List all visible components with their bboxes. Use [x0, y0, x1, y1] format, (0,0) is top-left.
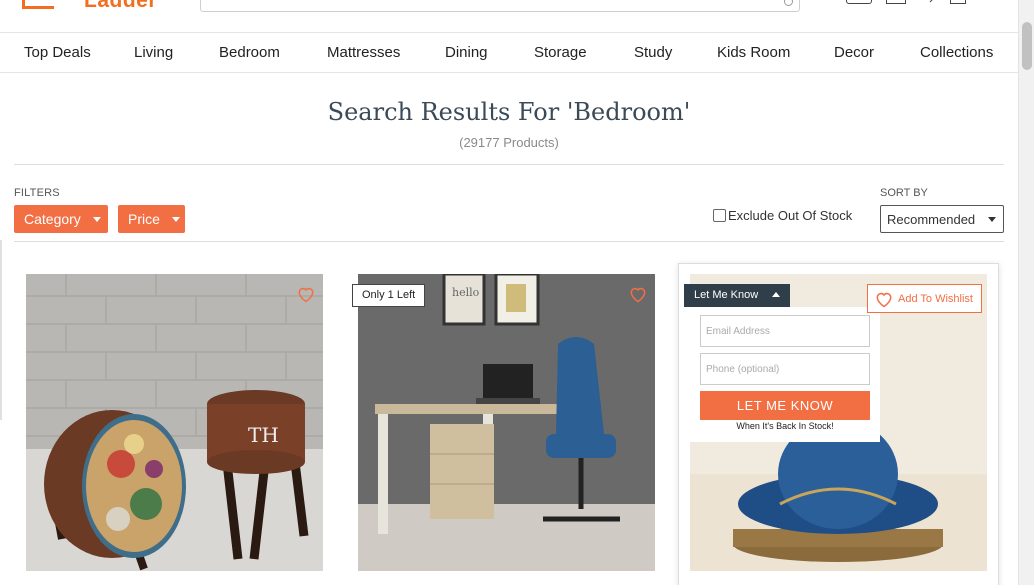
nav-item-dining[interactable]: Dining [445, 44, 488, 61]
site-header: Ladder [0, 0, 1018, 33]
truck-icon[interactable] [846, 0, 872, 4]
header-icons [846, 0, 966, 4]
let-me-know-tab-label: Let Me Know [694, 289, 759, 301]
filters-label: FILTERS [14, 187, 60, 199]
heart-icon[interactable] [296, 284, 316, 304]
nav-item-collections[interactable]: Collections [920, 44, 993, 61]
product-count: (29177 Products) [459, 135, 559, 150]
chevron-down-icon [92, 216, 101, 222]
search-input[interactable] [200, 0, 800, 12]
exclude-out-of-stock-toggle[interactable]: Exclude Out Of Stock [713, 208, 852, 223]
nav-item-living[interactable]: Living [134, 44, 173, 61]
phone-field[interactable]: Phone (optional) [700, 353, 870, 385]
divider [14, 241, 1004, 242]
nav-item-decor[interactable]: Decor [834, 44, 874, 61]
side-tab[interactable] [0, 240, 2, 420]
page-scrollbar[interactable] [1018, 0, 1034, 585]
search-icon[interactable] [784, 0, 793, 6]
sort-label: SORT BY [880, 187, 928, 199]
study-desk-image: hello [358, 274, 655, 571]
svg-text:TH: TH [248, 423, 279, 447]
stock-badge: Only 1 Left [352, 284, 426, 307]
product-image[interactable]: TH [26, 274, 323, 571]
main-nav: Top Deals Living Bedroom Mattresses Dini… [0, 33, 1018, 73]
cart-icon[interactable] [950, 0, 966, 4]
let-me-know-button[interactable]: LET ME KNOW [700, 391, 870, 420]
chevron-up-icon [772, 292, 780, 297]
scrollbar-thumb[interactable] [1022, 22, 1032, 70]
page-title: Search Results For 'Bedroom' [327, 98, 691, 126]
user-icon[interactable] [886, 0, 906, 4]
category-filter-button[interactable]: Category [14, 205, 108, 233]
let-me-know-note: When It's Back In Stock! [736, 421, 834, 431]
logo-mark [22, 0, 54, 9]
exclude-out-of-stock-checkbox[interactable] [713, 209, 726, 222]
sort-select[interactable]: Recommended [880, 205, 1004, 233]
nav-item-top-deals[interactable]: Top Deals [24, 44, 91, 61]
nav-item-kids-room[interactable]: Kids Room [717, 44, 790, 61]
heart-icon[interactable] [924, 0, 938, 3]
chevron-down-icon [171, 216, 180, 222]
sort-selected-value: Recommended [887, 212, 976, 227]
nav-item-bedroom[interactable]: Bedroom [219, 44, 280, 61]
heart-icon [876, 292, 892, 307]
add-to-wishlist-label: Add To Wishlist [898, 292, 973, 305]
let-me-know-panel: Email Address Phone (optional) LET ME KN… [690, 307, 880, 442]
exclude-out-of-stock-label: Exclude Out Of Stock [728, 208, 853, 223]
price-filter-button[interactable]: Price [118, 205, 185, 233]
price-filter-label: Price [128, 211, 160, 227]
page: Ladder Top Deals Living Bedroom Mattress… [0, 0, 1034, 585]
email-field[interactable]: Email Address [700, 315, 870, 347]
svg-text:hello: hello [452, 286, 480, 299]
chevron-down-icon [988, 217, 996, 222]
heart-icon[interactable] [628, 284, 648, 304]
logo-text: Ladder [84, 0, 158, 12]
pouffe-image: TH [26, 274, 323, 571]
category-filter-label: Category [24, 211, 81, 227]
divider [14, 164, 1004, 165]
product-image[interactable]: hello [358, 274, 655, 571]
add-to-wishlist-button[interactable]: Add To Wishlist [867, 284, 982, 313]
nav-item-mattresses[interactable]: Mattresses [327, 44, 400, 61]
nav-item-storage[interactable]: Storage [534, 44, 587, 61]
let-me-know-toggle[interactable]: Let Me Know [684, 284, 790, 307]
nav-item-study[interactable]: Study [634, 44, 672, 61]
site-logo[interactable]: Ladder [22, 0, 157, 12]
